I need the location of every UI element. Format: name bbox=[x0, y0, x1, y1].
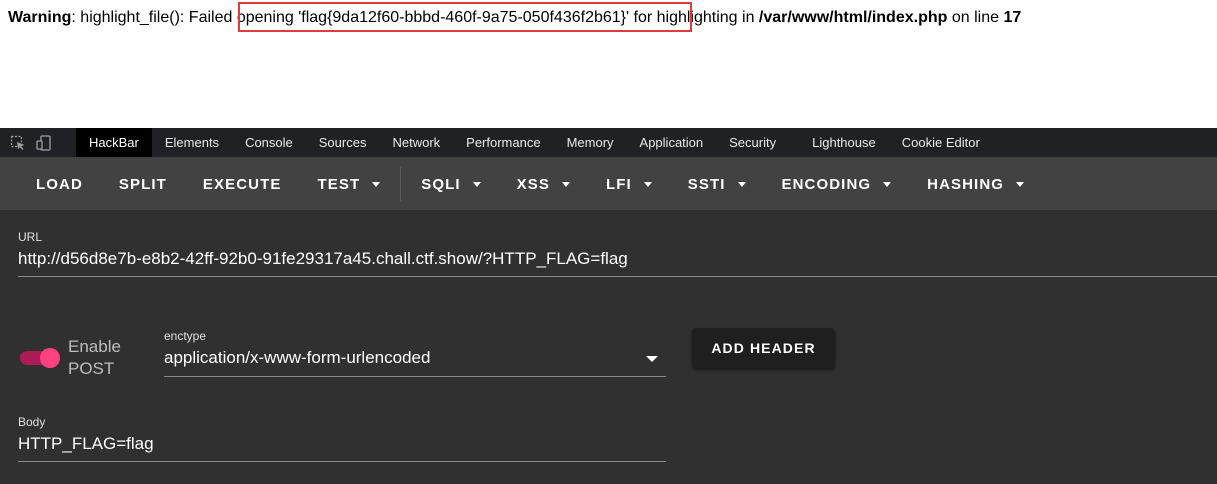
tab-console[interactable]: Console bbox=[232, 128, 306, 157]
tab-sources[interactable]: Sources bbox=[306, 128, 380, 157]
warning-label: Warning bbox=[8, 9, 72, 26]
hackbar-panel: URL http://d56d8e7b-e8b2-42ff-92b0-91fe2… bbox=[0, 210, 1217, 484]
enctype-label: enctype bbox=[164, 329, 207, 343]
devtools-tabbar: HackBar Elements Console Sources Network… bbox=[0, 128, 1217, 158]
flag-highlight-box bbox=[238, 2, 692, 32]
chevron-down-icon bbox=[472, 181, 481, 187]
devtools-tool-icons bbox=[0, 134, 76, 151]
enctype-select[interactable]: application/x-www-form-urlencoded bbox=[164, 348, 430, 368]
enable-post-label: Enable POST bbox=[68, 337, 121, 378]
chevron-down-icon bbox=[561, 181, 570, 187]
load-button[interactable]: LOAD bbox=[0, 158, 101, 210]
inspect-element-icon[interactable] bbox=[10, 135, 26, 151]
lfi-menu-button[interactable]: LFI bbox=[588, 158, 670, 210]
enable-post-toggle[interactable] bbox=[20, 348, 62, 368]
warning-line-text: on line bbox=[947, 9, 1004, 26]
tab-application[interactable]: Application bbox=[627, 128, 717, 157]
tab-cookie-editor[interactable]: Cookie Editor bbox=[889, 128, 993, 157]
tab-hackbar[interactable]: HackBar bbox=[76, 128, 152, 157]
body-underline bbox=[18, 461, 666, 462]
url-input[interactable]: http://d56d8e7b-e8b2-42ff-92b0-91fe29317… bbox=[18, 249, 628, 269]
encoding-menu-button[interactable]: ENCODING bbox=[764, 158, 910, 210]
ssti-menu-button[interactable]: SSTI bbox=[670, 158, 764, 210]
tab-network[interactable]: Network bbox=[379, 128, 453, 157]
chevron-down-icon bbox=[643, 181, 652, 187]
tab-elements[interactable]: Elements bbox=[152, 128, 232, 157]
warning-line-number: 17 bbox=[1003, 9, 1022, 26]
enctype-underline bbox=[164, 376, 666, 377]
add-header-button[interactable]: ADD HEADER bbox=[692, 328, 835, 368]
split-button[interactable]: SPLIT bbox=[101, 158, 185, 210]
tab-memory[interactable]: Memory bbox=[554, 128, 627, 157]
tab-security[interactable]: Security bbox=[716, 128, 789, 157]
warning-path: /var/www/html/index.php bbox=[758, 9, 948, 26]
toolbar-divider bbox=[400, 167, 402, 201]
url-underline bbox=[18, 276, 1217, 277]
execute-button[interactable]: EXECUTE bbox=[185, 158, 300, 210]
device-toolbar-icon[interactable] bbox=[36, 134, 52, 151]
body-input[interactable]: HTTP_FLAG=flag bbox=[18, 434, 154, 454]
hashing-menu-button[interactable]: HASHING bbox=[909, 158, 1042, 210]
chevron-down-icon bbox=[737, 181, 746, 187]
chevron-down-icon bbox=[372, 181, 381, 187]
chevron-down-icon[interactable] bbox=[646, 356, 658, 362]
body-label: Body bbox=[18, 415, 46, 429]
chevron-down-icon bbox=[1016, 181, 1025, 187]
tab-lighthouse[interactable]: Lighthouse bbox=[799, 128, 889, 157]
test-menu-button[interactable]: TEST bbox=[299, 158, 398, 210]
sqli-menu-button[interactable]: SQLI bbox=[403, 158, 498, 210]
devtools-panel: HackBar Elements Console Sources Network… bbox=[0, 128, 1217, 484]
toggle-thumb bbox=[40, 348, 60, 368]
tab-performance[interactable]: Performance bbox=[453, 128, 553, 157]
hackbar-toolbar: LOAD SPLIT EXECUTE TEST SQLI XSS LFI SST… bbox=[0, 158, 1217, 210]
xss-menu-button[interactable]: XSS bbox=[499, 158, 588, 210]
chevron-down-icon bbox=[883, 181, 892, 187]
url-label: URL bbox=[18, 230, 43, 244]
